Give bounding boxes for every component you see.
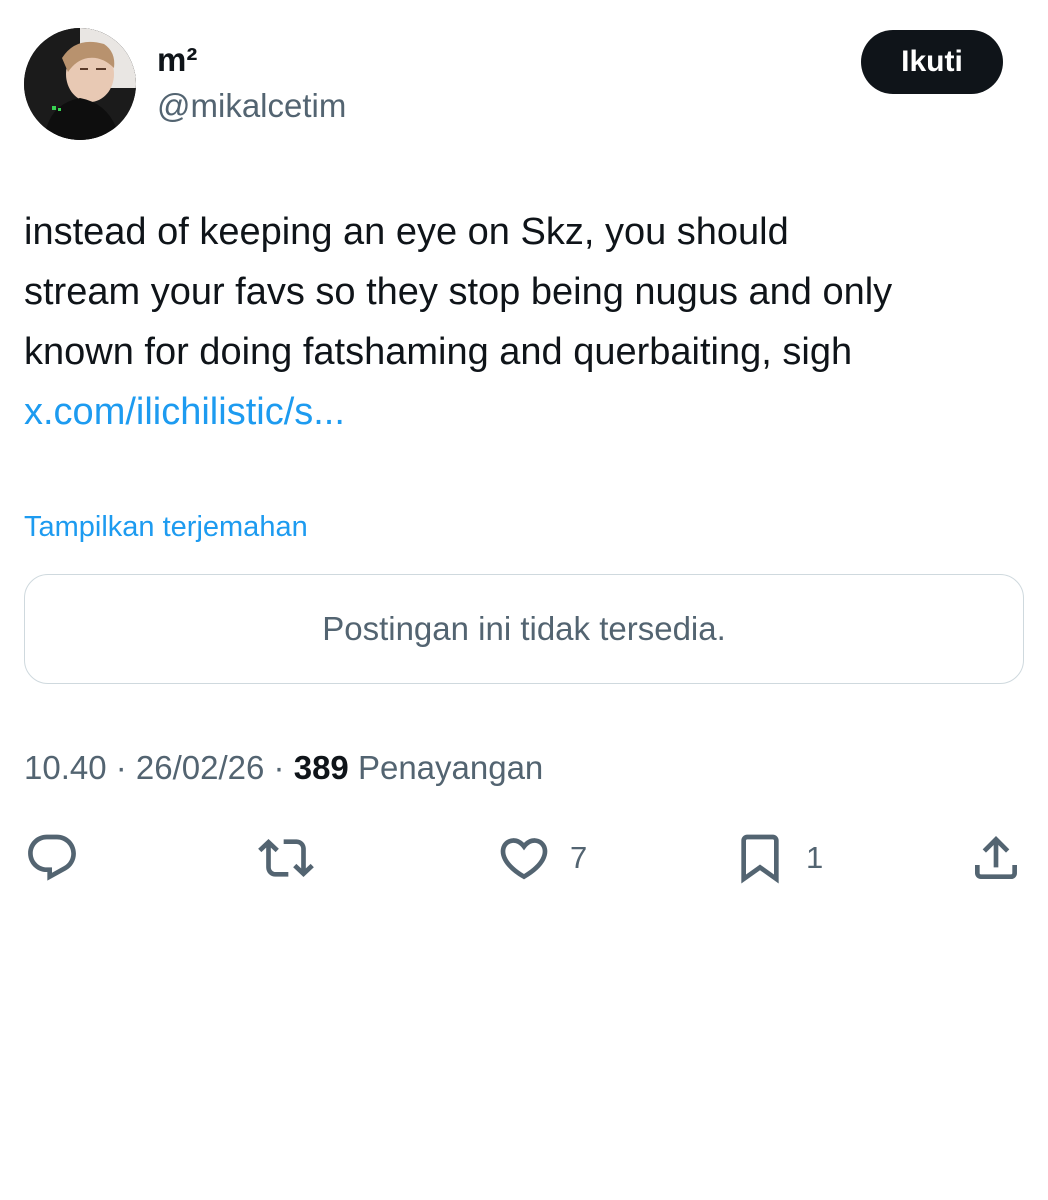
author-handle[interactable]: @mikalcetim [157,86,346,126]
tweet-text-line: instead of keeping an eye on Skz, you sh… [24,211,789,253]
tweet-date[interactable]: 26/02/26 [136,749,264,786]
reply-icon [28,834,76,881]
tweet-text: instead of keeping an eye on Skz, you sh… [24,202,1024,442]
tweet-time[interactable]: 10.40 [24,749,107,786]
bookmark-count: 1 [806,840,824,875]
avatar-image [24,28,136,140]
share-icon [975,836,1017,879]
follow-button[interactable]: Ikuti [861,30,1003,94]
avatar[interactable] [24,28,136,140]
meta-separator: · [264,749,294,786]
bookmark-button[interactable]: 1 [732,830,823,886]
tweet-detail: m² @mikalcetim Ikuti instead of keeping … [0,0,1048,1200]
tweet-text-line: stream your favs so they stop being nugu… [24,271,893,313]
quoted-post-unavailable: Postingan ini tidak tersedia. [24,574,1024,684]
tweet-text-line: known for doing fatshaming and querbaiti… [24,331,853,373]
show-translation-link[interactable]: Tampilkan terjemahan [24,508,308,546]
heart-icon [500,838,548,880]
views-count: 389 [293,749,349,786]
share-button[interactable] [968,830,1024,886]
like-count: 7 [570,840,588,875]
repost-button[interactable] [258,830,332,886]
reply-button[interactable] [24,830,98,886]
like-button[interactable]: 7 [496,830,587,886]
tweet-meta: 10.40 · 26/02/26 · 389 Penayangan [24,748,543,788]
meta-separator: · [106,749,136,786]
tweet-link[interactable]: x.com/ilichilistic/s... [24,391,345,433]
views-label: Penayangan [357,749,544,786]
author-name[interactable]: m² [157,40,197,80]
bookmark-icon [741,834,779,884]
repost-icon [258,839,314,877]
unavailable-message: Postingan ini tidak tersedia. [322,610,726,647]
